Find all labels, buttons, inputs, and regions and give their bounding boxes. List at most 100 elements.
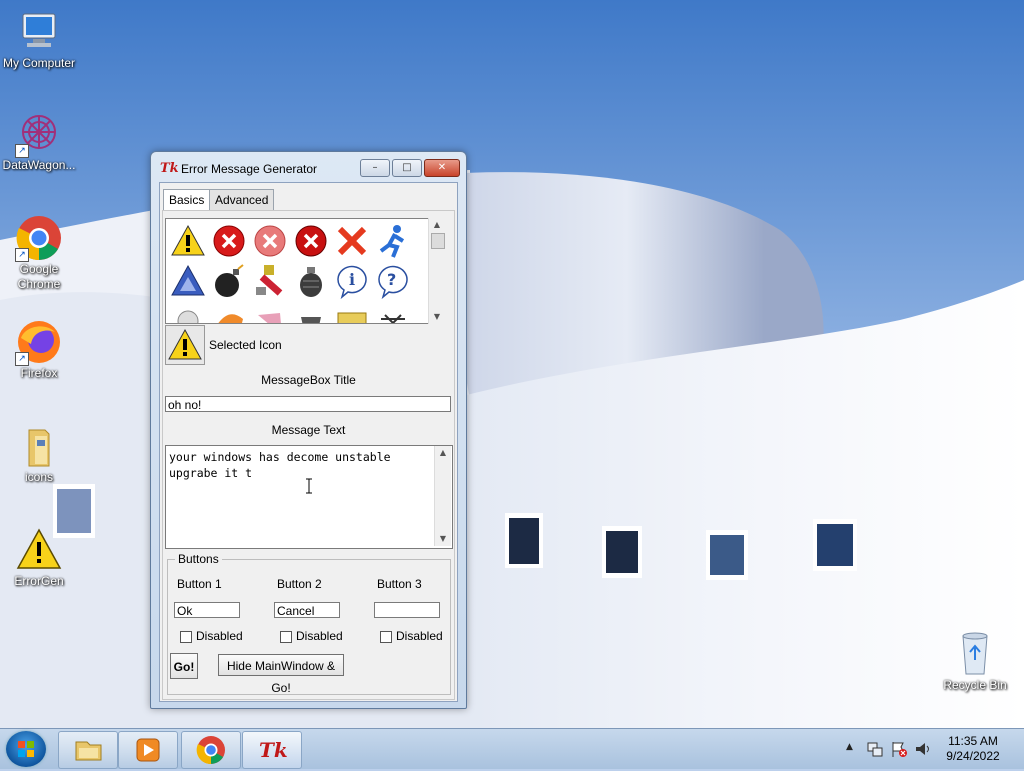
taskbar: Tk ▲ 11:35 AM 9/24/2022 xyxy=(0,728,1024,769)
scroll-up-arrow-icon[interactable]: ▲ xyxy=(429,218,445,232)
hide-mainwindow-go-button[interactable]: Hide MainWindow & Go! xyxy=(218,654,344,695)
tab-basics[interactable]: Basics xyxy=(163,189,211,210)
button2-disabled-label: Disabled xyxy=(296,629,343,643)
desktop-icon-google-chrome[interactable]: ↗ Google Chrome xyxy=(0,214,78,292)
scroll-down-arrow-icon[interactable]: ▼ xyxy=(435,532,451,546)
desktop-icon-recycle-bin[interactable]: Recycle Bin xyxy=(936,630,1014,693)
desktop-icon-label: icons xyxy=(24,470,53,484)
red-x-icon[interactable] xyxy=(334,223,370,259)
button3-disabled-checkbox[interactable] xyxy=(380,631,392,643)
tab-advanced[interactable]: Advanced xyxy=(209,189,275,210)
icon-grid[interactable]: i ? xyxy=(165,218,429,324)
clock-date: 9/24/2022 xyxy=(946,749,1000,763)
desktop-icon-datawagon[interactable]: ↗ DataWagon... xyxy=(0,110,78,173)
scroll-up-arrow-icon[interactable]: ▲ xyxy=(435,446,451,460)
explorer-icon xyxy=(75,741,102,761)
shortcut-arrow-icon: ↗ xyxy=(15,144,29,158)
message-text-scrollbar[interactable]: ▲ ▼ xyxy=(434,446,451,546)
svg-text:i: i xyxy=(349,270,355,289)
message-text-area[interactable]: your windows has decome unstable upgrabe… xyxy=(165,445,453,549)
button1-disabled-checkbox[interactable] xyxy=(180,631,192,643)
partial-icon[interactable] xyxy=(211,305,247,323)
warning-icon xyxy=(168,328,202,360)
desktop-icon-label: Recycle Bin xyxy=(943,678,1007,692)
clock[interactable]: 11:35 AM 9/24/2022 xyxy=(940,734,1006,764)
running-man-icon[interactable] xyxy=(375,223,411,259)
error-x-faded-icon[interactable] xyxy=(252,223,288,259)
selected-icon-preview[interactable] xyxy=(165,325,205,365)
recycle-bin-icon xyxy=(951,630,999,678)
computer-icon xyxy=(15,8,63,56)
scroll-thumb[interactable] xyxy=(431,233,445,249)
shortcut-arrow-icon: ↗ xyxy=(15,352,29,366)
error-x-icon[interactable] xyxy=(293,223,329,259)
desktop-icon-label: ErrorGen xyxy=(14,574,64,588)
partial-icon[interactable] xyxy=(334,305,370,323)
partial-icon[interactable] xyxy=(252,305,288,323)
desktop-icon-firefox[interactable]: ↗ Firefox xyxy=(0,318,78,381)
message-text-value[interactable]: your windows has decome unstable upgrabe… xyxy=(169,449,429,481)
partial-icon[interactable] xyxy=(170,305,206,323)
desktop-icon-label: My Computer xyxy=(2,56,76,70)
question-icon[interactable]: ? xyxy=(375,263,411,300)
action-center-flag-icon[interactable] xyxy=(890,740,908,758)
error-message-generator-window[interactable]: Tk Error Message Generator – □ ✕ Basics … xyxy=(150,151,467,709)
window-title: Error Message Generator xyxy=(181,162,318,176)
grenade-icon[interactable] xyxy=(293,263,329,299)
firefox-icon: ↗ xyxy=(15,318,63,366)
button3-label: Button 3 xyxy=(377,577,422,591)
plug-icon[interactable] xyxy=(252,263,288,299)
media-player-icon xyxy=(136,738,160,762)
datawagon-icon: ↗ xyxy=(15,110,63,158)
close-button[interactable]: ✕ xyxy=(424,159,460,177)
bomb-icon[interactable] xyxy=(211,263,247,299)
warning-icon xyxy=(15,526,63,574)
show-hidden-icons-icon[interactable]: ▲ xyxy=(846,742,853,752)
desktop-icon-label: DataWagon... xyxy=(2,158,76,172)
chrome-icon: ↗ xyxy=(15,214,63,262)
info-icon[interactable]: i xyxy=(334,263,370,300)
network-icon[interactable] xyxy=(866,740,884,758)
folder-icon xyxy=(15,422,63,470)
desktop-icon-my-computer[interactable]: My Computer xyxy=(0,8,78,71)
partial-icon[interactable] xyxy=(375,305,411,323)
clock-time: 11:35 AM xyxy=(948,734,998,748)
error-x-icon[interactable] xyxy=(211,223,247,259)
windows-logo-icon xyxy=(18,741,34,757)
title-bar[interactable]: Tk Error Message Generator – □ ✕ xyxy=(151,152,466,182)
chrome-icon xyxy=(196,736,225,765)
desktop-icon-errorgen[interactable]: ErrorGen xyxy=(0,526,78,589)
start-button[interactable] xyxy=(6,731,46,767)
buttons-frame-label: Buttons xyxy=(175,552,222,566)
taskbar-chrome-button[interactable] xyxy=(181,731,241,769)
tk-app-icon: Tk xyxy=(259,738,288,762)
button3-text-input[interactable] xyxy=(374,602,440,618)
aim-triangle-icon[interactable] xyxy=(170,263,206,299)
button1-text-input[interactable]: Ok xyxy=(174,602,240,618)
button2-label: Button 2 xyxy=(277,577,322,591)
selected-icon-label: Selected Icon xyxy=(209,338,282,352)
maximize-button[interactable]: □ xyxy=(392,159,422,177)
message-text-label: Message Text xyxy=(271,423,346,437)
button1-label: Button 1 xyxy=(177,577,222,591)
button2-text-input[interactable]: Cancel xyxy=(274,602,340,618)
minimize-button[interactable]: – xyxy=(360,159,390,177)
button3-disabled-label: Disabled xyxy=(396,629,443,643)
warning-icon[interactable] xyxy=(170,223,206,259)
volume-icon[interactable] xyxy=(914,740,932,758)
taskbar-tk-app-button[interactable]: Tk xyxy=(242,731,302,769)
desktop-icon-icons-folder[interactable]: icons xyxy=(0,422,78,485)
taskbar-explorer-button[interactable] xyxy=(58,731,118,769)
scroll-down-arrow-icon[interactable]: ▼ xyxy=(429,310,445,324)
button2-disabled-checkbox[interactable] xyxy=(280,631,292,643)
button1-disabled-label: Disabled xyxy=(196,629,243,643)
partial-icon[interactable] xyxy=(293,305,329,323)
desktop-icon-label: Google Chrome xyxy=(17,262,61,291)
buttons-frame: Buttons Button 1 Button 2 Button 3 Ok Ca… xyxy=(167,552,451,695)
taskbar-media-player-button[interactable] xyxy=(118,731,178,769)
tk-app-icon: Tk xyxy=(160,161,179,176)
go-button[interactable]: Go! xyxy=(170,653,198,679)
window-client-area: Basics Advanced i ? ▲ ▼ Selected Icon Me… xyxy=(159,182,458,702)
icon-grid-scrollbar[interactable]: ▲ ▼ xyxy=(428,218,445,324)
messagebox-title-input[interactable]: oh no! xyxy=(165,396,451,412)
